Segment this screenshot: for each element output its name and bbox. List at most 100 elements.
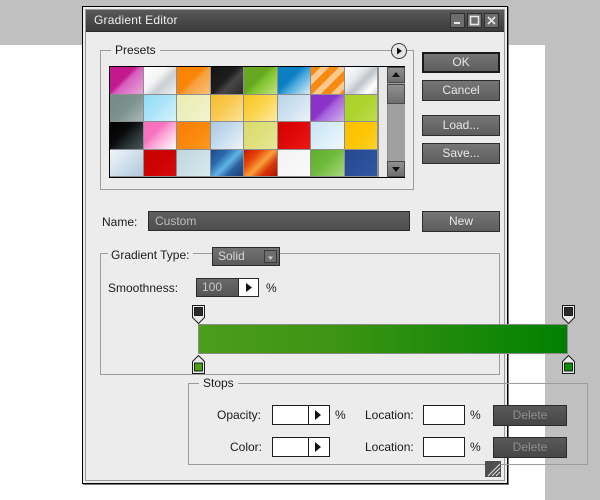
smoothness-label: Smoothness: (108, 281, 179, 295)
gradient-type-group (100, 253, 500, 375)
preset-swatch-golden-yellow[interactable] (244, 94, 278, 122)
preset-swatch-amber-gold[interactable] (210, 94, 244, 122)
opacity-location-input[interactable] (423, 405, 465, 425)
preset-swatch-green-fade[interactable] (311, 149, 345, 177)
opacity-location-unit: % (470, 408, 481, 422)
opacity-stop-right[interactable] (562, 305, 575, 325)
presets-well (109, 66, 405, 178)
resize-grip-icon[interactable] (485, 461, 501, 477)
cancel-button[interactable]: Cancel (422, 80, 500, 101)
triangle-right-icon (315, 442, 321, 452)
preset-swatch-silver-sheen[interactable] (344, 67, 378, 95)
window-title: Gradient Editor (94, 13, 178, 27)
opacity-label: Opacity: (217, 408, 262, 422)
preset-swatch-blue-sky[interactable] (277, 67, 311, 95)
color-stop-right[interactable] (562, 354, 575, 374)
opacity-delete-button[interactable]: Delete (493, 405, 567, 426)
preset-swatch-cyan-light[interactable] (143, 94, 177, 122)
triangle-right-icon (245, 283, 252, 292)
ok-button[interactable]: OK (422, 52, 500, 73)
triangle-down-icon (392, 167, 400, 172)
color-popup-button[interactable] (308, 438, 329, 456)
color-swatch-input[interactable] (273, 438, 308, 456)
close-button[interactable] (484, 13, 499, 28)
close-icon (487, 16, 496, 25)
gradient-preview-strip[interactable] (198, 324, 568, 354)
preset-swatch-black-gradient[interactable] (110, 122, 144, 150)
preset-swatch-pale-yellow[interactable] (177, 94, 211, 122)
preset-swatch-orange-stripes[interactable] (311, 67, 345, 95)
preset-swatch-white-silver[interactable] (143, 67, 177, 95)
name-input[interactable]: Custom (148, 211, 410, 231)
preset-swatch-blue-steel-stripe[interactable] (210, 149, 244, 177)
preset-swatch-ice-blue[interactable] (311, 122, 345, 150)
color-delete-button[interactable]: Delete (493, 437, 567, 458)
minimize-button[interactable] (450, 13, 465, 28)
color-location-label: Location: (365, 440, 414, 454)
gradient-editor-dialog: Gradient Editor Presets OK Cancel Load..… (82, 6, 588, 484)
stops-group: Stops Opacity: % Location: % Delete Colo… (188, 376, 588, 465)
titlebar[interactable]: Gradient Editor (86, 10, 504, 32)
stops-legend: Stops (199, 376, 238, 390)
new-preset-button[interactable]: New (422, 211, 500, 232)
preset-swatch-khaki-olive[interactable] (244, 122, 278, 150)
presets-menu-button[interactable] (391, 43, 407, 59)
opacity-unit: % (335, 408, 346, 422)
preset-swatch-pink-white[interactable] (143, 122, 177, 150)
presets-scroll-thumb[interactable] (387, 84, 405, 104)
presets-legend: Presets (111, 43, 160, 57)
color-location-unit: % (470, 440, 481, 454)
maximize-button[interactable] (467, 13, 482, 28)
smoothness-popup-button[interactable] (237, 279, 258, 296)
color-location-input[interactable] (423, 437, 465, 457)
triangle-right-icon (315, 410, 321, 420)
gradient-type-select[interactable]: Solid (212, 247, 280, 266)
preset-swatch-yellow-green[interactable] (344, 94, 378, 122)
preset-swatch-orange-solid[interactable] (177, 122, 211, 150)
color-field (272, 437, 330, 457)
gradient-type-label: Gradient Type: (108, 248, 193, 262)
presets-scroll-up-button[interactable] (387, 67, 405, 83)
preset-swatch-amber-orange[interactable] (344, 122, 378, 150)
dialog-inner-frame: Gradient Editor Presets OK Cancel Load..… (85, 9, 588, 481)
preset-swatch-purple-violet[interactable] (311, 94, 345, 122)
smoothness-unit: % (266, 281, 277, 295)
preset-swatch-slate-gray[interactable] (110, 94, 144, 122)
presets-group: Presets (100, 43, 414, 190)
chevron-down-icon (264, 250, 277, 263)
opacity-location-label: Location: (365, 408, 414, 422)
presets-scroll-down-button[interactable] (387, 161, 405, 177)
triangle-right-icon (397, 47, 402, 55)
presets-scrollbar[interactable] (378, 67, 405, 177)
gradient-type-value: Solid (218, 249, 245, 263)
preset-swatch-green-lime[interactable] (244, 67, 278, 95)
load-button[interactable]: Load... (422, 115, 500, 136)
preset-swatch-pale-blue[interactable] (277, 94, 311, 122)
opacity-input[interactable] (273, 406, 308, 424)
preset-swatch-magenta-fade[interactable] (110, 67, 144, 95)
titlebar-button-group (450, 13, 499, 28)
opacity-field (272, 405, 330, 425)
smoothness-field: 100 (196, 278, 259, 297)
preset-swatch-pale-teal[interactable] (177, 149, 211, 177)
preset-swatch-red-crimson[interactable] (277, 122, 311, 150)
name-label: Name: (102, 215, 138, 229)
color-label: Color: (230, 440, 263, 454)
triangle-up-icon (392, 72, 400, 77)
maximize-icon (469, 15, 480, 26)
preset-swatch-orange-fade[interactable] (177, 67, 211, 95)
preset-swatch-off-white[interactable] (277, 149, 311, 177)
minimize-icon (454, 22, 460, 24)
preset-swatch-navy-indigo[interactable] (344, 149, 378, 177)
preset-swatch-deep-red[interactable] (143, 149, 177, 177)
save-button[interactable]: Save... (422, 143, 500, 164)
opacity-popup-button[interactable] (308, 406, 329, 424)
preset-swatch-steel-blue-light[interactable] (210, 122, 244, 150)
preset-swatch-red-orange-stripe[interactable] (244, 149, 278, 177)
opacity-stop-left[interactable] (192, 305, 205, 325)
preset-swatch-pale-steel[interactable] (110, 149, 144, 177)
smoothness-input[interactable]: 100 (197, 279, 238, 296)
color-stop-left[interactable] (192, 354, 205, 374)
preset-swatch-black-charcoal[interactable] (210, 67, 244, 95)
preset-swatch-grid[interactable] (110, 67, 378, 177)
